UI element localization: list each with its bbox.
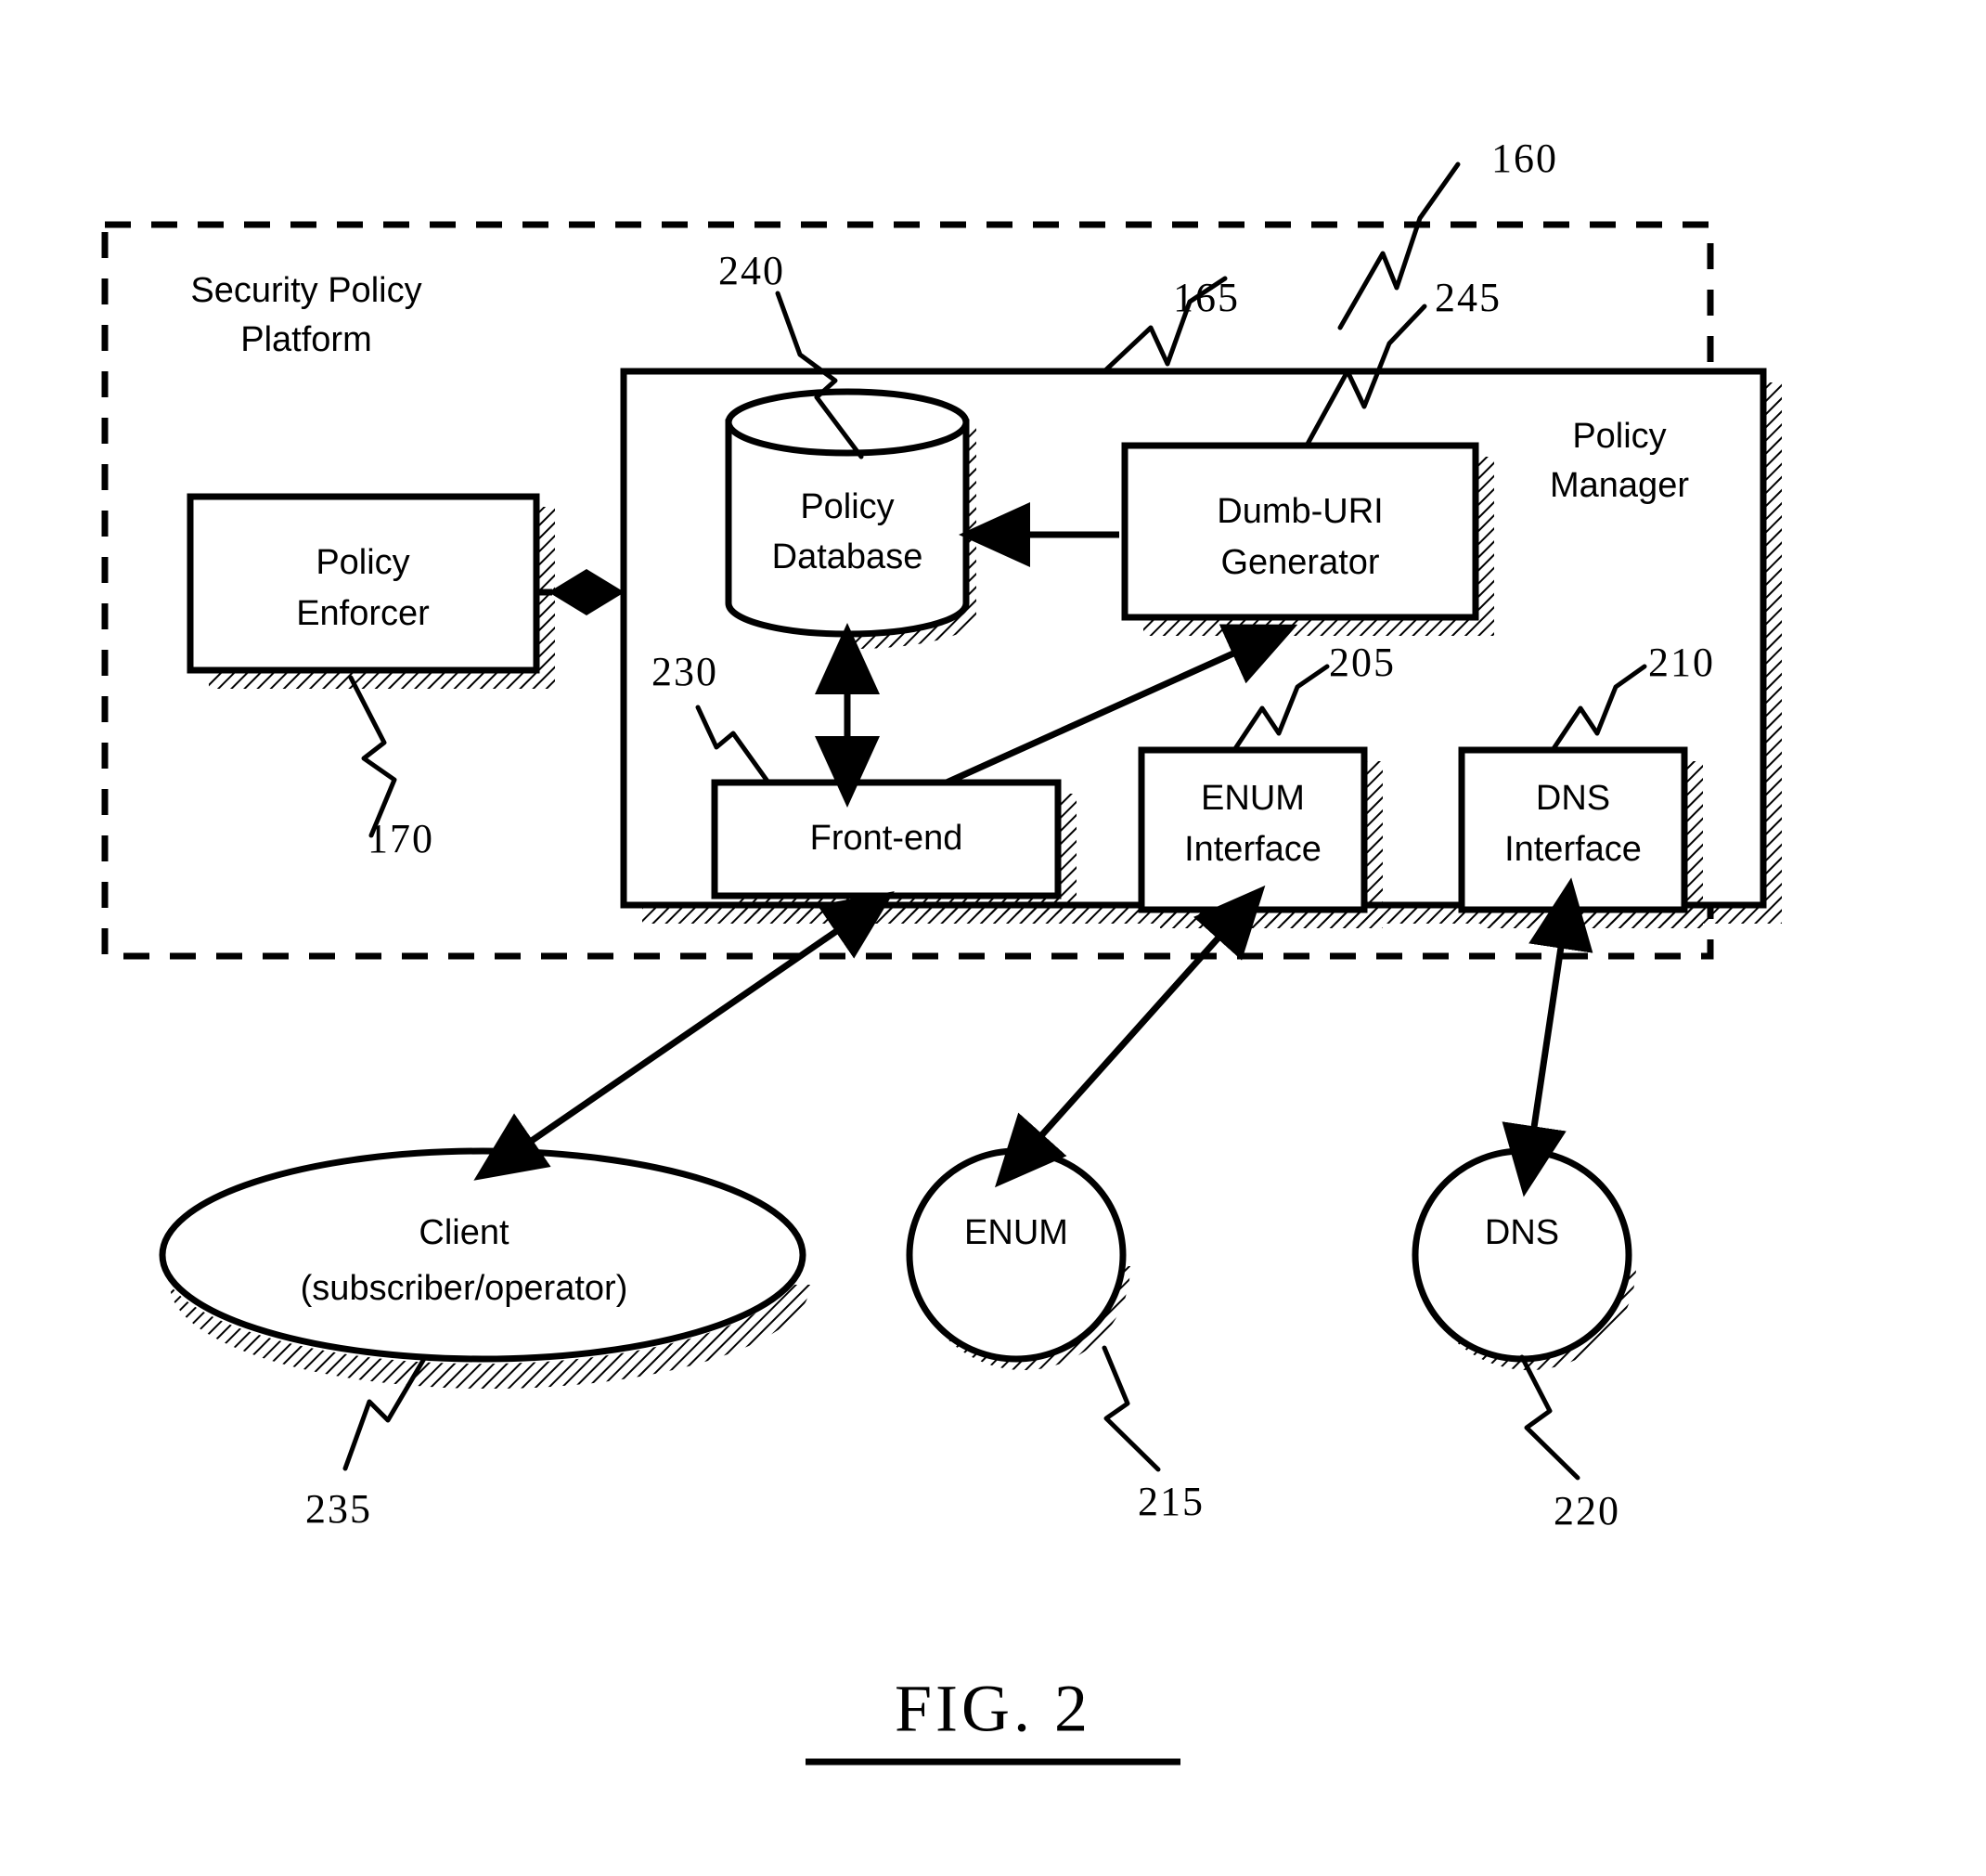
policy-enforcer-label-line1: Policy — [316, 543, 409, 582]
policy-database-label-line1: Policy — [800, 487, 894, 526]
enum-label: ENUM — [964, 1213, 1068, 1252]
platform-label-line1: Security Policy — [190, 271, 421, 310]
ref-number-245: 245 — [1435, 275, 1502, 320]
ref-number-230: 230 — [651, 649, 718, 694]
front-end-label: Front-end — [810, 819, 963, 858]
ref-number-220: 220 — [1554, 1488, 1620, 1533]
ref-number-215: 215 — [1138, 1479, 1205, 1524]
arrow-dns-interface-dns — [1502, 877, 1593, 1197]
figure-caption: FIG. 2 — [895, 1672, 1091, 1746]
ref-leader-220 — [1519, 1354, 1580, 1481]
dumb-uri-generator-box — [1121, 442, 1494, 636]
policy-manager-label-line2: Manager — [1550, 466, 1689, 505]
enum-interface-label-line1: ENUM — [1201, 779, 1305, 818]
policy-enforcer-label-line2: Enforcer — [296, 594, 430, 633]
ref-number-170: 170 — [368, 816, 434, 861]
ref-leader-170 — [348, 675, 397, 838]
dumb-uri-generator-label-line1: Dumb-URI — [1217, 492, 1383, 531]
ref-leader-215 — [1102, 1345, 1161, 1472]
ref-number-235: 235 — [305, 1486, 372, 1532]
enum-interface-label-line2: Interface — [1184, 830, 1322, 869]
ref-number-210: 210 — [1648, 640, 1715, 685]
dns-interface-label-line2: Interface — [1504, 830, 1642, 869]
policy-database-label-line2: Database — [772, 537, 923, 576]
policy-manager-label-line1: Policy — [1572, 417, 1666, 456]
client-label-line2: (subscriber/operator) — [301, 1269, 628, 1308]
platform-label-line2: Platform — [240, 320, 371, 359]
enum-ellipse — [906, 1147, 1130, 1370]
ref-number-240: 240 — [718, 248, 785, 293]
ref-number-205: 205 — [1329, 640, 1396, 685]
arrow-enum-interface-enum — [994, 885, 1266, 1188]
ref-number-160: 160 — [1491, 136, 1558, 181]
dumb-uri-generator-label-line2: Generator — [1220, 543, 1379, 582]
patent-figure-2: Security Policy Platform Policy Manager … — [0, 0, 1986, 1876]
client-label-line1: Client — [419, 1213, 509, 1252]
dns-label: DNS — [1485, 1213, 1559, 1252]
ref-number-165: 165 — [1173, 275, 1240, 320]
dns-ellipse — [1412, 1147, 1636, 1370]
arrow-frontend-client — [473, 891, 895, 1181]
policy-enforcer-box — [187, 493, 555, 689]
dns-interface-label-line1: DNS — [1536, 779, 1610, 818]
